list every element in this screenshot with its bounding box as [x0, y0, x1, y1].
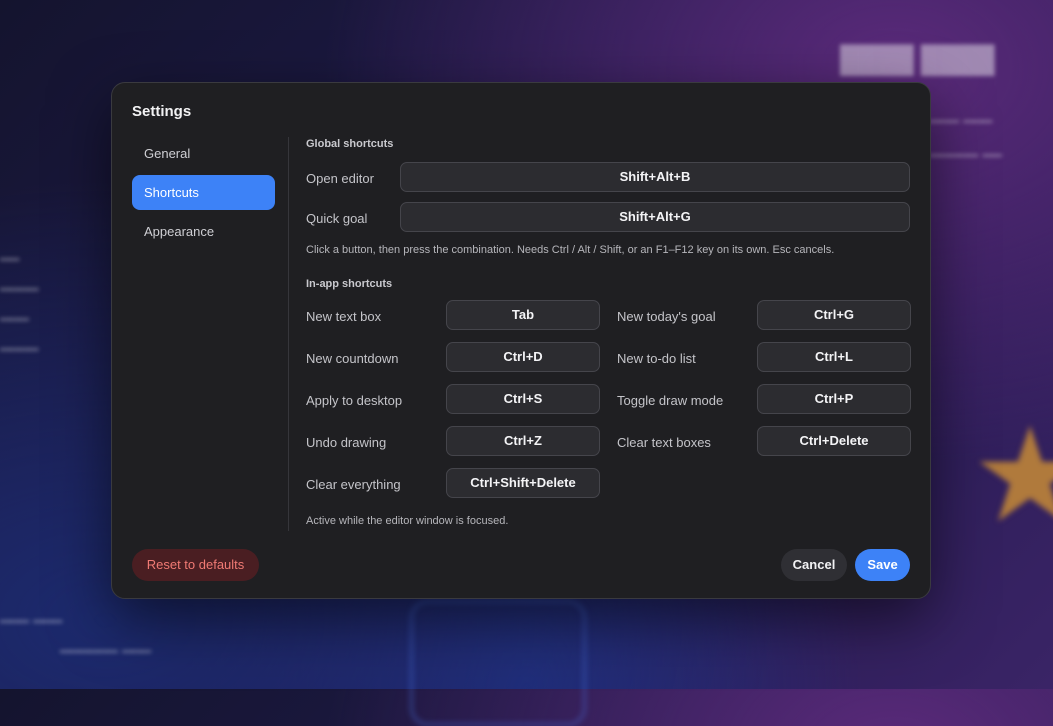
background-widget-text: ━━━━━━ ━━━: [60, 644, 152, 661]
nav-item-shortcuts[interactable]: Shortcuts: [132, 175, 275, 210]
background-widget-text: ━━━━━ ━━: [930, 148, 1002, 165]
shortcut-button-undo-drawing[interactable]: Ctrl+Z: [446, 426, 600, 456]
shortcut-label-undo-drawing: Undo drawing: [306, 435, 387, 450]
shortcut-button-open-editor[interactable]: Shift+Alt+B: [400, 162, 910, 192]
shortcut-button-new-todays-goal[interactable]: Ctrl+G: [757, 300, 911, 330]
cancel-button[interactable]: Cancel: [781, 549, 847, 581]
shortcut-label-clear-text-boxes: Clear text boxes: [617, 435, 711, 450]
shortcut-button-apply-to-desktop[interactable]: Ctrl+S: [446, 384, 600, 414]
nav-item-appearance[interactable]: Appearance: [132, 214, 275, 249]
inapp-shortcuts-hint: Active while the editor window is focuse…: [306, 515, 509, 527]
background-widget-text: ━━━ ━━━: [930, 114, 993, 131]
nav-item-general[interactable]: General: [132, 136, 275, 171]
shortcut-button-quick-goal[interactable]: Shift+Alt+G: [400, 202, 910, 232]
shortcut-label-new-todo-list: New to-do list: [617, 351, 696, 366]
shortcut-button-new-text-box[interactable]: Tab: [446, 300, 600, 330]
shortcut-label-apply-to-desktop: Apply to desktop: [306, 393, 403, 408]
background-widget-text: ━━━━: [0, 342, 39, 359]
background-widget-text: ━━: [0, 252, 20, 269]
shortcut-label-quick-goal: Quick goal: [306, 211, 368, 226]
shortcut-button-new-countdown[interactable]: Ctrl+D: [446, 342, 600, 372]
background-frame: [410, 600, 586, 726]
shortcut-label-new-countdown: New countdown: [306, 351, 399, 366]
shortcut-button-new-todo-list[interactable]: Ctrl+L: [757, 342, 911, 372]
shortcut-label-clear-everything: Clear everything: [306, 477, 401, 492]
inapp-shortcuts-heading: In-app shortcuts: [306, 278, 393, 290]
shortcut-button-clear-everything[interactable]: Ctrl+Shift+Delete: [446, 468, 600, 498]
shortcut-label-new-text-box: New text box: [306, 309, 382, 324]
sidebar-divider: [288, 137, 289, 531]
shortcut-label-open-editor: Open editor: [306, 171, 374, 186]
shortcut-label-toggle-draw-mode: Toggle draw mode: [617, 393, 724, 408]
background-widget-text: ━━━━: [0, 282, 39, 299]
settings-dialog: Settings General Shortcuts Appearance Gl…: [111, 82, 931, 599]
dialog-title: Settings: [132, 103, 192, 120]
star-icon: [979, 425, 1053, 522]
save-button[interactable]: Save: [855, 549, 910, 581]
background-widget-title: ████ ████: [840, 44, 995, 74]
background-widget-text: ━━━: [0, 312, 29, 329]
shortcut-button-toggle-draw-mode[interactable]: Ctrl+P: [757, 384, 911, 414]
reset-to-defaults-button[interactable]: Reset to defaults: [132, 549, 259, 581]
shortcut-label-new-todays-goal: New today's goal: [617, 309, 716, 324]
global-shortcuts-hint: Click a button, then press the combinati…: [306, 244, 835, 256]
background-widget-text: ━━━ ━━━: [0, 614, 63, 631]
shortcut-button-clear-text-boxes[interactable]: Ctrl+Delete: [757, 426, 911, 456]
global-shortcuts-heading: Global shortcuts: [306, 138, 394, 150]
